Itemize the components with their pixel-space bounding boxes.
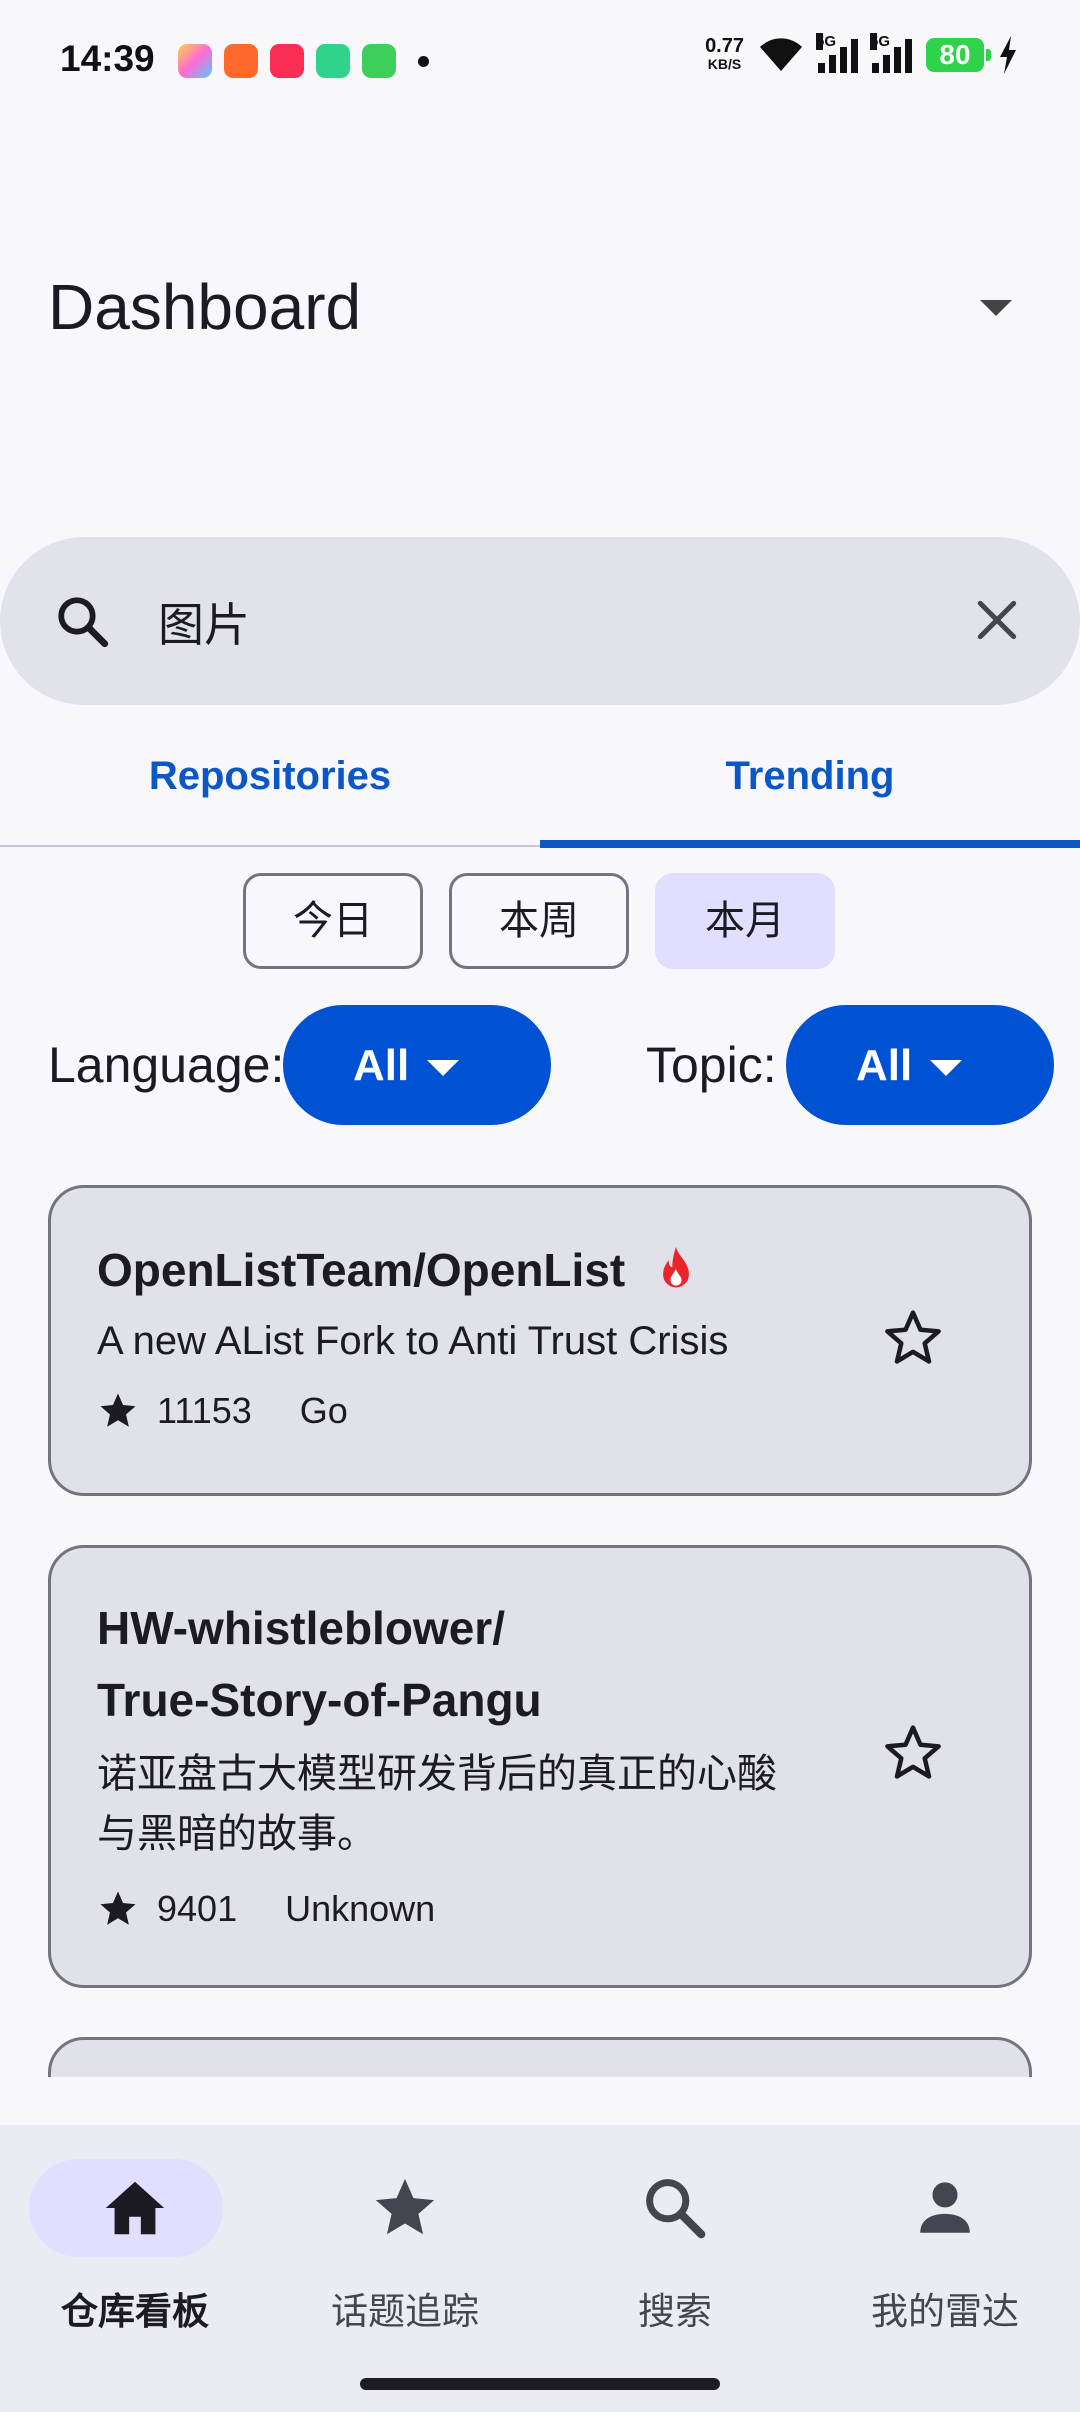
repo-card[interactable]: HW-whistleblower/ True-Story-of-Pangu 诺亚…: [48, 1545, 1032, 1988]
repo-title: OpenListTeam/OpenList: [97, 1234, 699, 1306]
period-chip-week[interactable]: 本周: [449, 873, 629, 969]
search-icon: [58, 597, 109, 648]
search-icon: [646, 2179, 706, 2239]
nav-label: 我的雷达: [871, 2291, 1019, 2332]
nav-item-search[interactable]: 搜索: [540, 2159, 810, 2349]
nav-item-radar[interactable]: 我的雷达: [810, 2159, 1080, 2349]
nav-label: 搜索: [638, 2291, 712, 2332]
more-notifications-icon: [418, 55, 429, 67]
repo-name-line: True-Story-of-Pangu: [97, 1674, 542, 1726]
star-filled-icon: [100, 1891, 136, 1925]
repo-description: 诺亚盘古大模型研发背后的真正的心酸 与黑暗的故事。: [97, 1744, 857, 1864]
star-outline-icon[interactable]: [881, 1306, 945, 1370]
chevron-down-icon: [427, 1060, 459, 1076]
star-outline-icon[interactable]: [881, 1721, 945, 1785]
charging-icon: [1000, 36, 1016, 74]
wifi-icon: [760, 38, 802, 71]
language-filter-button[interactable]: All: [283, 1005, 551, 1125]
repo-language: Unknown: [285, 1888, 436, 1929]
status-time: 14:39: [60, 38, 155, 79]
repo-stars: 9401: [157, 1888, 238, 1929]
star-icon: [375, 2178, 435, 2235]
tab-indicator: [540, 840, 1080, 848]
language-filter-label: Language:: [48, 1037, 285, 1093]
repo-description-line: 与黑暗的故事。: [97, 1812, 377, 1856]
star-filled-icon: [100, 1393, 136, 1427]
nav-label: 仓库看板: [61, 2291, 209, 2332]
app-notification-icon: [224, 44, 258, 78]
app-notification-icon: [316, 44, 350, 78]
notification-icons: [178, 44, 429, 78]
chevron-down-icon: [930, 1060, 962, 1076]
battery-icon: 80: [926, 38, 991, 72]
fire-icon: [663, 1246, 690, 1288]
repo-language: Go: [299, 1390, 348, 1431]
repo-meta: 11153 Go: [97, 1390, 348, 1432]
repo-title: HW-whistleblower/ True-Story-of-Pangu: [97, 1592, 542, 1736]
repo-name: OpenListTeam/OpenList: [97, 1244, 626, 1296]
music-app-icon: [270, 44, 304, 78]
repo-stars: 11153: [157, 1390, 252, 1431]
repo-description: A new AList Fork to Anti Trust Crisis: [97, 1319, 729, 1363]
repo-meta: 9401 Unknown: [97, 1888, 435, 1930]
app-notification-icon: [178, 44, 212, 78]
repo-name-line: HW-whistleblower/: [97, 1602, 505, 1654]
tab-trending[interactable]: Trending: [540, 730, 1080, 846]
close-icon[interactable]: [972, 595, 1022, 645]
status-bar: 14:39 0.77 KB/S 5G 5G 80: [0, 0, 1080, 124]
nav-label: 话题追踪: [331, 2291, 479, 2332]
topic-filter-value: All: [856, 1041, 913, 1090]
nav-item-dashboard[interactable]: 仓库看板: [0, 2159, 270, 2349]
period-chip-month[interactable]: 本月: [655, 873, 835, 969]
repo-card[interactable]: [48, 2037, 1032, 2077]
signal-type-label: 5G: [816, 33, 837, 50]
bottom-nav: 仓库看板 话题追踪 搜索 我的雷达: [0, 2125, 1080, 2412]
search-input[interactable]: 图片: [158, 589, 250, 655]
signal-icon: 5G: [870, 33, 912, 73]
network-speed: 0.77 KB/S: [705, 35, 744, 73]
topic-filter-label: Topic:: [646, 1037, 777, 1093]
home-icon: [105, 2181, 165, 2235]
tab-bar: Repositories Trending: [0, 730, 1080, 848]
language-filter-value: All: [353, 1041, 410, 1090]
person-icon: [920, 2182, 970, 2233]
network-speed-unit: KB/S: [707, 56, 742, 72]
repo-card[interactable]: OpenListTeam/OpenList A new AList Fork t…: [48, 1185, 1032, 1496]
phone-app-icon: [362, 44, 396, 78]
topic-filter-button[interactable]: All: [786, 1005, 1054, 1125]
home-indicator[interactable]: [360, 2378, 720, 2390]
page-title: Dashboard: [48, 271, 362, 343]
tab-repositories[interactable]: Repositories: [0, 730, 540, 846]
network-speed-value: 0.77: [705, 35, 744, 57]
period-chip-today[interactable]: 今日: [243, 873, 423, 969]
repo-list: OpenListTeam/OpenList A new AList Fork t…: [0, 1180, 1080, 2077]
search-bar[interactable]: 图片: [0, 537, 1080, 705]
nav-item-topics[interactable]: 话题追踪: [270, 2159, 540, 2349]
repo-description-line: 诺亚盘古大模型研发背后的真正的心酸: [97, 1752, 777, 1796]
signal-type-label: 5G: [870, 33, 891, 50]
signal-icon: 5G: [816, 33, 858, 73]
dropdown-caret-icon[interactable]: [980, 300, 1012, 316]
